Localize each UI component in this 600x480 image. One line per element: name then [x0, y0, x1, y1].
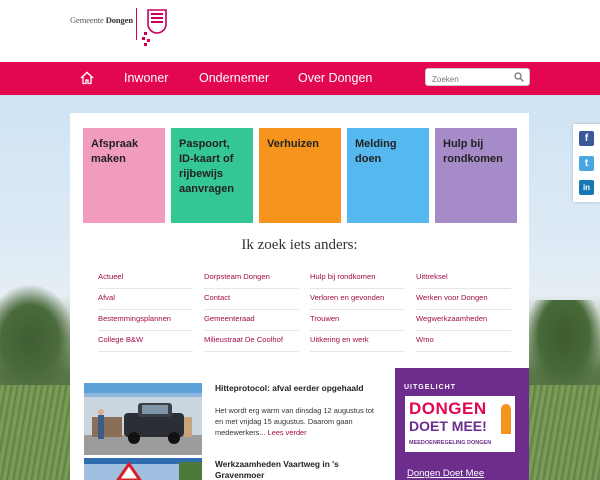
- link-item[interactable]: Verloren en gevonden: [310, 289, 405, 310]
- search-input[interactable]: [426, 71, 512, 88]
- tile-afspraak-maken[interactable]: Afspraak maken: [83, 128, 165, 223]
- logo-text: Gemeente Dongen: [70, 15, 133, 25]
- news-photo: [84, 383, 202, 455]
- news-photo: [84, 458, 202, 480]
- link-item[interactable]: Wmo: [416, 331, 511, 352]
- link-item[interactable]: Uitkering en werk: [310, 331, 405, 352]
- uitgelicht-box: UITGELICHT DONGEN DOET MEE! MEEDOENREGEL…: [395, 368, 529, 480]
- nav-item-ondernemer[interactable]: Ondernemer: [199, 71, 269, 85]
- background-trees-right: [528, 300, 600, 390]
- social-share-bar: f t in: [573, 124, 600, 202]
- site-logo[interactable]: Gemeente Dongen: [70, 8, 168, 48]
- dongen-doet-mee-link[interactable]: Dongen Doet Mee: [407, 468, 484, 479]
- background-trees-left: [0, 285, 75, 395]
- uitgelicht-label: UITGELICHT: [404, 384, 456, 391]
- link-item[interactable]: Werken voor Dongen: [416, 289, 511, 310]
- logo-divider: [135, 8, 137, 40]
- link-column-2: Dorpsteam Dongen Contact Gemeenteraad Mi…: [204, 268, 299, 352]
- nav-item-over-dongen[interactable]: Over Dongen: [298, 71, 372, 85]
- banner-line-1: DONGEN: [409, 399, 487, 418]
- dongen-doet-mee-banner[interactable]: DONGEN DOET MEE! MEEDOENREGELING DONGEN: [405, 396, 515, 452]
- site-header: Gemeente Dongen: [0, 0, 600, 62]
- facebook-icon[interactable]: f: [579, 131, 594, 146]
- link-item[interactable]: College B&W: [98, 331, 193, 352]
- link-item[interactable]: Hulp bij rondkomen: [310, 268, 405, 289]
- link-item[interactable]: Uittreksel: [416, 268, 511, 289]
- read-more-link[interactable]: Lees verder: [268, 428, 307, 437]
- tile-hulp-bij-rondkomen[interactable]: Hulp bij rondkomen: [435, 128, 517, 223]
- link-column-4: Uittreksel Werken voor Dongen Wegwerkzaa…: [416, 268, 511, 352]
- tile-melding-doen[interactable]: Melding doen: [347, 128, 429, 223]
- link-item[interactable]: Gemeenteraad: [204, 310, 299, 331]
- link-column-1: Actueel Afval Bestemmingsplannen College…: [98, 268, 193, 352]
- search-box: [425, 68, 530, 88]
- link-item[interactable]: Actueel: [98, 268, 193, 289]
- news-title-hitteprotocol[interactable]: Hitteprotocol: afval eerder opgehaald: [215, 383, 375, 394]
- home-icon[interactable]: [80, 71, 94, 85]
- link-item[interactable]: Bestemmingsplannen: [98, 310, 193, 331]
- news-image-hitteprotocol[interactable]: [84, 383, 202, 455]
- link-item[interactable]: Trouwen: [310, 310, 405, 331]
- tile-paspoort[interactable]: Paspoort, ID-kaart of rijbewijs aanvrage…: [171, 128, 253, 223]
- link-column-3: Hulp bij rondkomen Verloren en gevonden …: [310, 268, 405, 352]
- banner-figure-icon: [501, 404, 511, 434]
- search-icon[interactable]: [514, 72, 524, 82]
- linkedin-icon[interactable]: in: [579, 180, 594, 195]
- link-item[interactable]: Milieustraat De Coolhof: [204, 331, 299, 352]
- news-body-hitteprotocol: Het wordt erg warm van dinsdag 12 august…: [215, 406, 374, 437]
- news-image-werkzaamheden[interactable]: [84, 458, 202, 480]
- link-item[interactable]: Afval: [98, 289, 193, 310]
- banner-line-2: DOET MEE!: [409, 418, 487, 434]
- banner-line-3: MEEDOENREGELING DONGEN: [409, 440, 492, 446]
- coat-of-arms-icon: [141, 9, 167, 46]
- twitter-icon[interactable]: t: [579, 156, 594, 171]
- news-title-werkzaamheden[interactable]: Werkzaamheden Vaartweg in 's Gravenmoer: [215, 459, 375, 480]
- link-item[interactable]: Contact: [204, 289, 299, 310]
- link-item[interactable]: Dorpsteam Dongen: [204, 268, 299, 289]
- tile-verhuizen[interactable]: Verhuizen: [259, 128, 341, 223]
- link-item[interactable]: Wegwerkzaamheden: [416, 310, 511, 331]
- search-heading: Ik zoek iets anders:: [241, 237, 358, 253]
- nav-item-inwoner[interactable]: Inwoner: [124, 71, 168, 85]
